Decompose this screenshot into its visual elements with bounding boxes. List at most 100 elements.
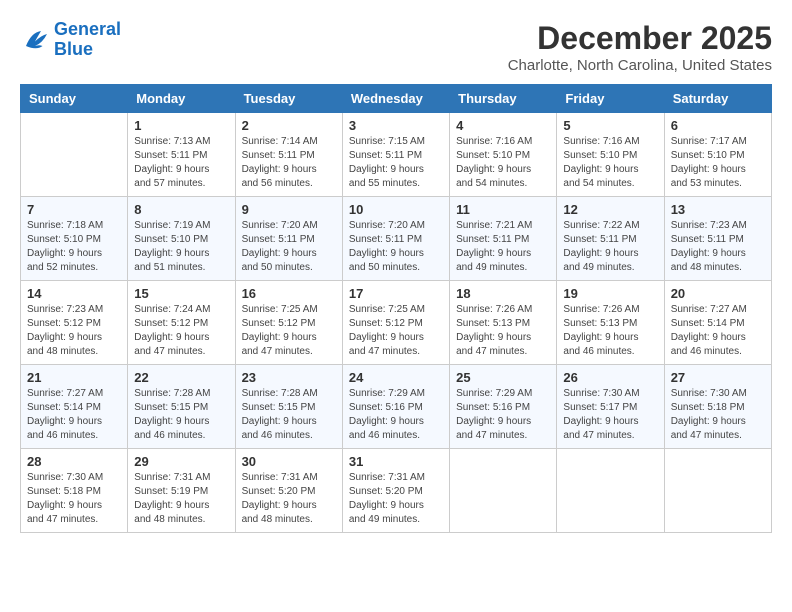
calendar-cell: 5Sunrise: 7:16 AM Sunset: 5:10 PM Daylig…: [557, 113, 664, 197]
day-number: 3: [349, 118, 443, 133]
calendar-header-row: SundayMondayTuesdayWednesdayThursdayFrid…: [21, 85, 772, 113]
logo-line2: Blue: [54, 39, 93, 59]
day-number: 13: [671, 202, 765, 217]
calendar-cell: 10 Sunrise: 7:20 AM Sunset: 5:11 PM Dayli…: [342, 197, 449, 281]
day-number: 24: [349, 370, 443, 385]
day-info: Sunrise: 7:31 AM Sunset: 5:20 PM Dayligh…: [349, 471, 443, 527]
day-info: Sunrise: 7:27 AM Sunset: 5:14 PM Dayligh…: [27, 387, 121, 443]
day-info: Sunrise: 7:28 AM Sunset: 5:15 PM Dayligh…: [242, 387, 336, 443]
day-number: 25: [456, 370, 550, 385]
calendar-cell: 15 Sunrise: 7:24 AM Sunset: 5:12 PM Dayli…: [128, 281, 235, 365]
day-info: Sunrise: 7:25 AM Sunset: 5:12 PM Dayligh…: [242, 303, 336, 359]
day-info: Sunrise: 7:22 AM Sunset: 5:11 PM Dayligh…: [563, 219, 657, 275]
calendar-week-row: 1Sunrise: 7:13 AM Sunset: 5:11 PM Daylig…: [21, 113, 772, 197]
day-number: 4: [456, 118, 550, 133]
calendar-cell: 31 Sunrise: 7:31 AM Sunset: 5:20 PM Dayli…: [342, 449, 449, 533]
day-info: Sunrise: 7:16 AM Sunset: 5:10 PM Dayligh…: [456, 135, 550, 191]
day-number: 30: [242, 454, 336, 469]
day-info: Sunrise: 7:20 AM Sunset: 5:11 PM Dayligh…: [242, 219, 336, 275]
calendar-week-row: 21Sunrise: 7:27 AM Sunset: 5:14 PM Dayli…: [21, 365, 772, 449]
logo-line1: General: [54, 19, 121, 39]
calendar-cell: [450, 449, 557, 533]
calendar-cell: 3Sunrise: 7:15 AM Sunset: 5:11 PM Daylig…: [342, 113, 449, 197]
day-info: Sunrise: 7:23 AM Sunset: 5:12 PM Dayligh…: [27, 303, 121, 359]
column-header-tuesday: Tuesday: [235, 85, 342, 113]
calendar-cell: 30 Sunrise: 7:31 AM Sunset: 5:20 PM Dayli…: [235, 449, 342, 533]
month-title: December 2025: [508, 20, 772, 57]
day-info: Sunrise: 7:17 AM Sunset: 5:10 PM Dayligh…: [671, 135, 765, 191]
day-number: 14: [27, 286, 121, 301]
calendar-cell: 4 Sunrise: 7:16 AM Sunset: 5:10 PM Daylig…: [450, 113, 557, 197]
calendar-cell: 13 Sunrise: 7:23 AM Sunset: 5:11 PM Dayli…: [664, 197, 771, 281]
calendar-cell: 24 Sunrise: 7:29 AM Sunset: 5:16 PM Dayli…: [342, 365, 449, 449]
calendar-cell: [557, 449, 664, 533]
day-info: Sunrise: 7:20 AM Sunset: 5:11 PM Dayligh…: [349, 219, 443, 275]
day-number: 31: [349, 454, 443, 469]
calendar-cell: 25 Sunrise: 7:29 AM Sunset: 5:16 PM Dayli…: [450, 365, 557, 449]
location-subtitle: Charlotte, North Carolina, United States: [508, 57, 772, 74]
logo: General Blue: [20, 20, 121, 60]
day-info: Sunrise: 7:28 AM Sunset: 5:15 PM Dayligh…: [134, 387, 228, 443]
day-info: Sunrise: 7:26 AM Sunset: 5:13 PM Dayligh…: [563, 303, 657, 359]
day-number: 10: [349, 202, 443, 217]
day-info: Sunrise: 7:30 AM Sunset: 5:18 PM Dayligh…: [27, 471, 121, 527]
day-number: 17: [349, 286, 443, 301]
day-info: Sunrise: 7:24 AM Sunset: 5:12 PM Dayligh…: [134, 303, 228, 359]
day-number: 8: [134, 202, 228, 217]
day-info: Sunrise: 7:14 AM Sunset: 5:11 PM Dayligh…: [242, 135, 336, 191]
calendar-cell: 22 Sunrise: 7:28 AM Sunset: 5:15 PM Dayli…: [128, 365, 235, 449]
day-number: 9: [242, 202, 336, 217]
column-header-wednesday: Wednesday: [342, 85, 449, 113]
day-number: 1: [134, 118, 228, 133]
calendar-cell: 21Sunrise: 7:27 AM Sunset: 5:14 PM Dayli…: [21, 365, 128, 449]
day-info: Sunrise: 7:31 AM Sunset: 5:19 PM Dayligh…: [134, 471, 228, 527]
calendar-cell: 2Sunrise: 7:14 AM Sunset: 5:11 PM Daylig…: [235, 113, 342, 197]
day-info: Sunrise: 7:25 AM Sunset: 5:12 PM Dayligh…: [349, 303, 443, 359]
calendar-cell: 14 Sunrise: 7:23 AM Sunset: 5:12 PM Dayli…: [21, 281, 128, 365]
calendar-week-row: 14 Sunrise: 7:23 AM Sunset: 5:12 PM Dayli…: [21, 281, 772, 365]
day-number: 22: [134, 370, 228, 385]
calendar-cell: 12 Sunrise: 7:22 AM Sunset: 5:11 PM Dayli…: [557, 197, 664, 281]
day-info: Sunrise: 7:18 AM Sunset: 5:10 PM Dayligh…: [27, 219, 121, 275]
day-info: Sunrise: 7:23 AM Sunset: 5:11 PM Dayligh…: [671, 219, 765, 275]
day-number: 20: [671, 286, 765, 301]
day-number: 18: [456, 286, 550, 301]
column-header-monday: Monday: [128, 85, 235, 113]
day-info: Sunrise: 7:26 AM Sunset: 5:13 PM Dayligh…: [456, 303, 550, 359]
day-info: Sunrise: 7:29 AM Sunset: 5:16 PM Dayligh…: [456, 387, 550, 443]
calendar-cell: [21, 113, 128, 197]
day-info: Sunrise: 7:29 AM Sunset: 5:16 PM Dayligh…: [349, 387, 443, 443]
day-number: 23: [242, 370, 336, 385]
column-header-saturday: Saturday: [664, 85, 771, 113]
calendar-cell: [664, 449, 771, 533]
column-header-sunday: Sunday: [21, 85, 128, 113]
title-block: December 2025 Charlotte, North Carolina,…: [508, 20, 772, 74]
calendar-cell: 1Sunrise: 7:13 AM Sunset: 5:11 PM Daylig…: [128, 113, 235, 197]
calendar-cell: 26Sunrise: 7:30 AM Sunset: 5:17 PM Dayli…: [557, 365, 664, 449]
day-number: 26: [563, 370, 657, 385]
day-info: Sunrise: 7:19 AM Sunset: 5:10 PM Dayligh…: [134, 219, 228, 275]
calendar-cell: 23 Sunrise: 7:28 AM Sunset: 5:15 PM Dayli…: [235, 365, 342, 449]
calendar-cell: 17 Sunrise: 7:25 AM Sunset: 5:12 PM Dayli…: [342, 281, 449, 365]
calendar-cell: 28 Sunrise: 7:30 AM Sunset: 5:18 PM Dayli…: [21, 449, 128, 533]
day-number: 28: [27, 454, 121, 469]
day-number: 11: [456, 202, 550, 217]
calendar-week-row: 28 Sunrise: 7:30 AM Sunset: 5:18 PM Dayli…: [21, 449, 772, 533]
calendar-cell: 11 Sunrise: 7:21 AM Sunset: 5:11 PM Dayli…: [450, 197, 557, 281]
calendar-cell: 18 Sunrise: 7:26 AM Sunset: 5:13 PM Dayli…: [450, 281, 557, 365]
calendar-cell: 20Sunrise: 7:27 AM Sunset: 5:14 PM Dayli…: [664, 281, 771, 365]
calendar-cell: 7Sunrise: 7:18 AM Sunset: 5:10 PM Daylig…: [21, 197, 128, 281]
day-number: 15: [134, 286, 228, 301]
calendar-week-row: 7Sunrise: 7:18 AM Sunset: 5:10 PM Daylig…: [21, 197, 772, 281]
day-info: Sunrise: 7:31 AM Sunset: 5:20 PM Dayligh…: [242, 471, 336, 527]
calendar-cell: 8 Sunrise: 7:19 AM Sunset: 5:10 PM Daylig…: [128, 197, 235, 281]
calendar-cell: 6Sunrise: 7:17 AM Sunset: 5:10 PM Daylig…: [664, 113, 771, 197]
day-number: 19: [563, 286, 657, 301]
day-info: Sunrise: 7:21 AM Sunset: 5:11 PM Dayligh…: [456, 219, 550, 275]
day-number: 16: [242, 286, 336, 301]
calendar-cell: 9 Sunrise: 7:20 AM Sunset: 5:11 PM Daylig…: [235, 197, 342, 281]
day-number: 29: [134, 454, 228, 469]
calendar-cell: 29 Sunrise: 7:31 AM Sunset: 5:19 PM Dayli…: [128, 449, 235, 533]
page-header: General Blue December 2025 Charlotte, No…: [20, 20, 772, 74]
day-number: 12: [563, 202, 657, 217]
